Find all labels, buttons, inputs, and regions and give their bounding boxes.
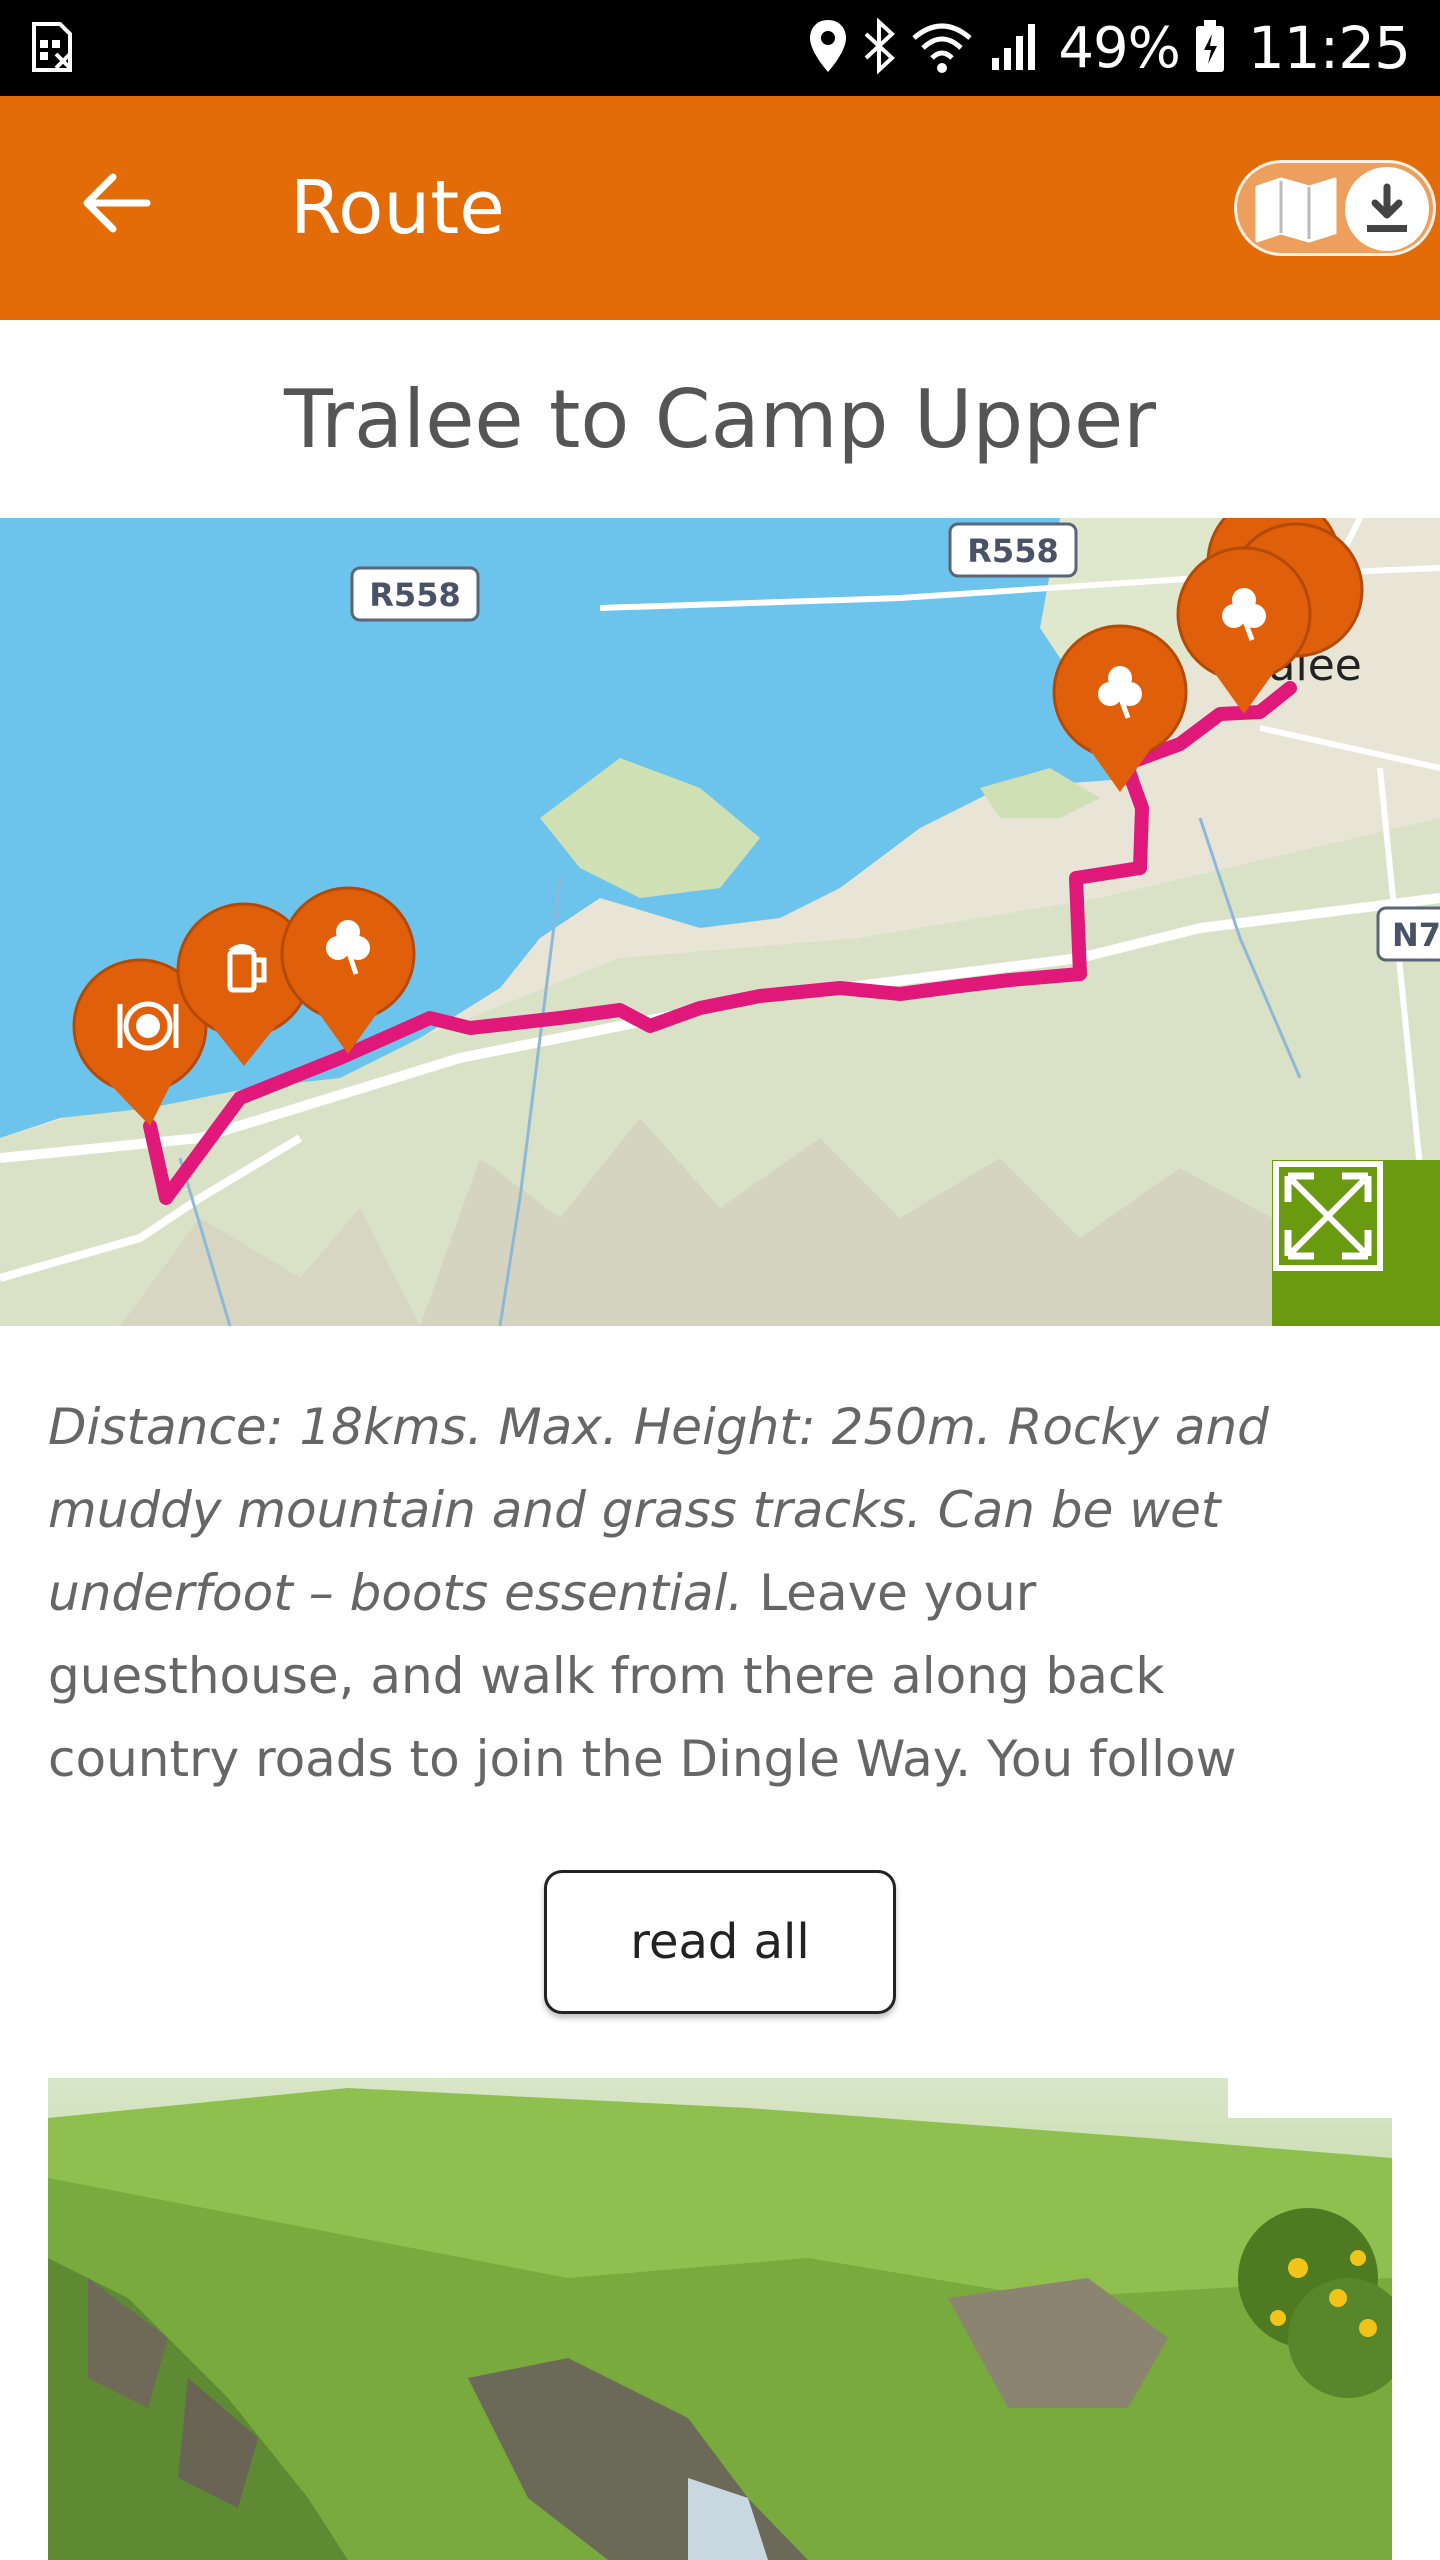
wifi-icon — [910, 18, 974, 78]
status-bar: 49% 11:25 — [0, 0, 1440, 96]
route-description: Distance: 18kms. Max. Height: 250m. Rock… — [48, 1386, 1298, 1801]
svg-text:N7: N7 — [1392, 916, 1440, 954]
app-bar: Route — [0, 96, 1440, 320]
map-canvas[interactable]: R558 R558 N7 Tralee — [0, 518, 1440, 1326]
offline-map-toggle[interactable] — [1234, 160, 1436, 256]
arrow-left-icon — [83, 173, 151, 233]
route-title: Tralee to Camp Upper — [283, 372, 1157, 466]
map-icon — [1251, 175, 1341, 245]
road-label-n7: N7 — [1376, 906, 1440, 962]
clock: 11:25 — [1247, 14, 1411, 82]
route-photo — [48, 2078, 1392, 2560]
sim-card-icon — [28, 22, 76, 74]
expand-icon — [1273, 1161, 1383, 1271]
back-button[interactable] — [60, 148, 170, 258]
route-map[interactable]: R558 R558 N7 Tralee — [0, 518, 1440, 1326]
fullscreen-button[interactable] — [1272, 1160, 1440, 1326]
read-all-button[interactable]: read all — [544, 1870, 896, 2014]
svg-text:R558: R558 — [967, 532, 1058, 570]
battery-icon — [1194, 18, 1226, 78]
location-icon — [808, 18, 848, 78]
signal-icon — [988, 18, 1044, 78]
road-label-r558-west: R558 — [350, 566, 480, 622]
battery-percent: 49% — [1058, 15, 1180, 81]
road-label-r558-east: R558 — [948, 522, 1078, 578]
app-title: Route — [290, 165, 505, 251]
download-icon[interactable] — [1345, 167, 1429, 251]
svg-text:R558: R558 — [369, 576, 460, 614]
route-description-summary: Distance: 18kms. Max. Height: 250m. Rock… — [48, 1398, 1269, 1622]
bluetooth-icon — [862, 17, 896, 78]
